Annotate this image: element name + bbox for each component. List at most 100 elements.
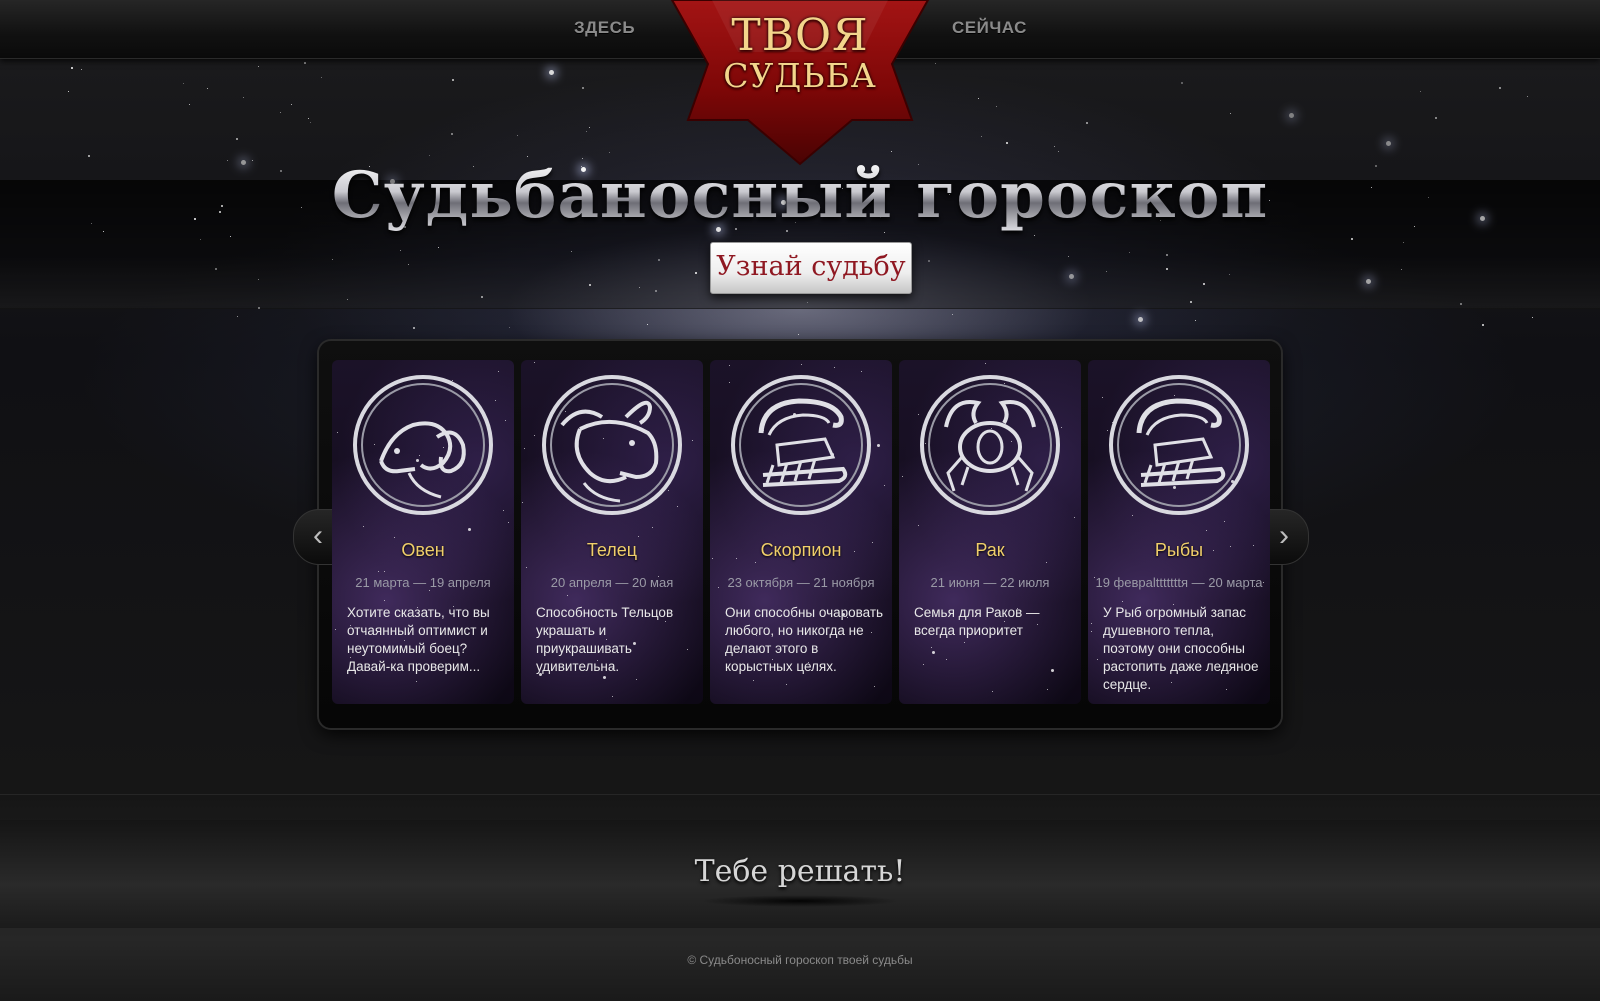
- card-dates: 20 апреля — 20 мая: [550, 575, 674, 590]
- star-dot: [800, 363, 802, 365]
- zodiac-card-scorpio[interactable]: Скорпион 23 октября — 21 ноября Они спос…: [710, 360, 892, 704]
- chevron-right-icon: ›: [1279, 519, 1289, 552]
- star-dot: [334, 629, 336, 631]
- star-dot: [533, 435, 535, 437]
- star-dot: [654, 289, 657, 292]
- star-dot: [502, 510, 504, 512]
- star-dot: [964, 642, 966, 644]
- star-dot: [1189, 300, 1192, 303]
- star-dot: [917, 524, 919, 526]
- zodiac-card-pisces[interactable]: Рыбы 19 февраltttttttя — 20 марта У Рыб …: [1088, 360, 1270, 704]
- star-dot: [728, 365, 730, 367]
- star-dot: [507, 522, 509, 524]
- scorpio-icon: [731, 375, 871, 515]
- star-dot: [1097, 659, 1099, 661]
- card-description: Они способны очаровать любого, но никогд…: [725, 605, 884, 674]
- chevron-left-icon: ‹: [313, 519, 323, 552]
- card-description: Семья для Раков — всегда приоритет: [914, 605, 1040, 638]
- star-dot: [1090, 630, 1092, 632]
- slogan-shadow: [700, 895, 900, 907]
- star-dot: [377, 570, 379, 572]
- star-dot: [1046, 562, 1048, 564]
- card-title: Рак: [975, 540, 1005, 560]
- card-title: Овен: [401, 540, 445, 560]
- star-dot: [754, 561, 756, 563]
- star-dot: [468, 527, 472, 531]
- star-dot: [320, 77, 322, 79]
- star-dot: [637, 535, 639, 537]
- star-dot: [1090, 622, 1092, 624]
- star-dot: [522, 501, 524, 503]
- star-dot: [1046, 689, 1048, 691]
- star-dot: [945, 659, 947, 661]
- card-title: Рыбы: [1154, 540, 1204, 560]
- logo-line-1: ТВОЯ: [731, 10, 869, 61]
- star-dot: [524, 448, 526, 450]
- star-dot: [1165, 267, 1168, 270]
- star-dot: [608, 151, 610, 153]
- star-dot: [1051, 669, 1055, 673]
- star-dot: [309, 122, 311, 124]
- card-dates: 21 марта — 19 апреля: [355, 575, 491, 590]
- card-dates: 19 февраltttttttя — 20 марта: [1095, 575, 1263, 590]
- star-dot: [1206, 529, 1208, 531]
- star-dot: [505, 420, 507, 422]
- star-dot: [1180, 82, 1183, 84]
- star-dot: [415, 680, 417, 682]
- star-dot: [67, 90, 69, 92]
- star-dot: [984, 363, 986, 365]
- star-dot: [428, 589, 430, 591]
- star-dot: [525, 567, 527, 569]
- star-dot: [922, 663, 924, 665]
- star-dot: [1366, 278, 1371, 284]
- star-dot: [1224, 521, 1226, 523]
- nav-link-here[interactable]: ЗДЕСЬ: [574, 18, 635, 38]
- star-dot: [1202, 282, 1205, 285]
- star-dot: [1101, 397, 1103, 399]
- star-dot: [303, 62, 306, 65]
- zodiac-card-aries[interactable]: Овен 21 марта — 19 апреля Хотите сказать…: [332, 360, 514, 704]
- star-dot: [383, 570, 385, 572]
- star-dot: [336, 432, 338, 434]
- star-dot: [833, 367, 835, 369]
- card-title: Скорпион: [760, 540, 842, 560]
- star-dot: [1122, 601, 1124, 603]
- star-dot: [1289, 112, 1295, 118]
- zodiac-card-cancer[interactable]: Рак 21 июня — 22 июля Семья для Раков — …: [899, 360, 1081, 704]
- star-dot: [450, 133, 453, 135]
- star-dot: [861, 370, 863, 372]
- taurus-icon: [542, 375, 682, 515]
- star-dot: [635, 679, 637, 681]
- star-dot: [992, 690, 994, 692]
- find-destiny-button[interactable]: Узнай судьбу: [710, 242, 912, 294]
- star-dot: [588, 283, 591, 286]
- star-dot: [876, 443, 880, 447]
- star-dot: [692, 439, 694, 441]
- star-dot: [1034, 234, 1036, 236]
- card-dates: 21 июня — 22 июля: [930, 575, 1050, 590]
- nav-link-now[interactable]: СЕЙЧАС: [952, 18, 1027, 38]
- star-dot: [1067, 256, 1069, 258]
- star-dot: [566, 594, 568, 596]
- star-dot: [497, 371, 499, 373]
- star-dot: [902, 475, 904, 477]
- site-logo[interactable]: ТВОЯ СУДЬБА: [652, 0, 948, 170]
- star-dot: [257, 65, 259, 67]
- logo-line-2: СУДЬБА: [723, 56, 877, 95]
- star-dot: [581, 86, 584, 89]
- star-dot: [884, 484, 886, 486]
- star-dot: [182, 82, 184, 84]
- star-dot: [1460, 302, 1463, 305]
- star-dot: [652, 527, 654, 529]
- star-dot: [80, 68, 82, 70]
- star-dot: [657, 259, 660, 262]
- star-dot: [1194, 319, 1196, 321]
- star-dot: [602, 675, 606, 679]
- star-dot: [873, 685, 875, 687]
- star-dot: [290, 104, 292, 106]
- zodiac-card-taurus[interactable]: Телец 20 апреля — 20 мая Способность Тел…: [521, 360, 703, 704]
- star-dot: [257, 306, 260, 309]
- star-dot: [570, 251, 572, 253]
- star-dot: [1073, 517, 1075, 519]
- card-description: Хотите сказать, что вы отчаянный оптимис…: [347, 605, 490, 674]
